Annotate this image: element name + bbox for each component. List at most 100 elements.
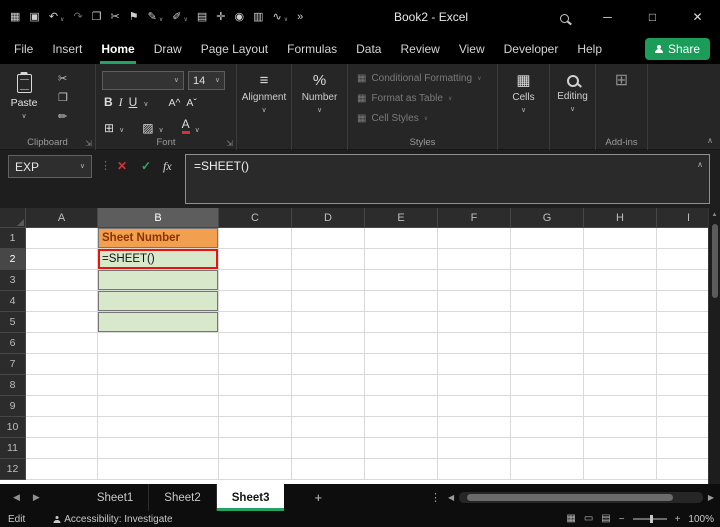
search-button[interactable]: [560, 10, 569, 28]
cell-G11[interactable]: [511, 438, 584, 459]
document-icon[interactable]: ▤: [197, 11, 207, 23]
cell-H12[interactable]: [584, 459, 657, 480]
menu-tab-data[interactable]: Data: [356, 34, 381, 64]
font-color-icon[interactable]: A: [181, 118, 190, 134]
cell-E4[interactable]: [365, 291, 438, 312]
row-header-6[interactable]: 6: [0, 333, 26, 354]
cell-C11[interactable]: [219, 438, 292, 459]
scroll-left-icon[interactable]: ◀: [448, 493, 454, 502]
cell-H8[interactable]: [584, 375, 657, 396]
menu-tab-draw[interactable]: Draw: [154, 34, 182, 64]
cell-E7[interactable]: [365, 354, 438, 375]
redo-icon[interactable]: ↷: [73, 11, 82, 23]
menu-tab-home[interactable]: Home: [100, 34, 137, 64]
cell-B12[interactable]: [98, 459, 219, 480]
highlighter-icon[interactable]: ✐ ∨: [172, 11, 188, 23]
formula-input[interactable]: =SHEET() ∧: [185, 154, 710, 204]
close-button[interactable]: ✕: [675, 0, 720, 34]
cell-A6[interactable]: [26, 333, 98, 354]
undo-icon[interactable]: ↶ ∨: [49, 11, 65, 23]
cell-A1[interactable]: [26, 228, 98, 249]
zoom-slider[interactable]: [632, 515, 667, 523]
cell-F5[interactable]: [438, 312, 511, 333]
sheet-options-icon[interactable]: ⋮: [430, 484, 441, 511]
menu-tab-developer[interactable]: Developer: [504, 34, 559, 64]
flag-icon[interactable]: ⚑: [129, 11, 139, 23]
font-dialog-launcher-icon[interactable]: ⇲: [226, 139, 233, 148]
cell-G4[interactable]: [511, 291, 584, 312]
underline-button[interactable]: U: [129, 96, 138, 108]
cell-B4[interactable]: [98, 291, 219, 312]
zoom-in-button[interactable]: +: [675, 514, 681, 525]
fill-color-icon[interactable]: ▨: [142, 122, 153, 134]
number-button[interactable]: % Number ∨: [292, 73, 347, 114]
sheet-tab-sheet2[interactable]: Sheet2: [149, 484, 217, 511]
menu-tab-view[interactable]: View: [459, 34, 485, 64]
copy-icon[interactable]: ❐: [92, 11, 102, 23]
cell-F10[interactable]: [438, 417, 511, 438]
row-header-2[interactable]: 2: [0, 249, 26, 270]
draw-icon[interactable]: ∿ ∨: [273, 11, 289, 23]
cell-G7[interactable]: [511, 354, 584, 375]
cell-A7[interactable]: [26, 354, 98, 375]
cell-C4[interactable]: [219, 291, 292, 312]
cell-B6[interactable]: [98, 333, 219, 354]
row-header-1[interactable]: 1: [0, 228, 26, 249]
cell-E10[interactable]: [365, 417, 438, 438]
cell-G5[interactable]: [511, 312, 584, 333]
row-header-12[interactable]: 12: [0, 459, 26, 480]
cell-B9[interactable]: [98, 396, 219, 417]
horizontal-scroll-thumb[interactable]: [467, 494, 673, 501]
cell-B8[interactable]: [98, 375, 219, 396]
cell-C12[interactable]: [219, 459, 292, 480]
cell-C10[interactable]: [219, 417, 292, 438]
more-commands-icon[interactable]: »: [297, 11, 303, 23]
enter-button[interactable]: ✓: [141, 159, 151, 173]
insert-function-button[interactable]: fx: [163, 159, 172, 174]
cell-A8[interactable]: [26, 375, 98, 396]
clipboard-dialog-launcher-icon[interactable]: ⇲: [85, 139, 92, 148]
cell-B10[interactable]: [98, 417, 219, 438]
conditional-formatting-button[interactable]: ▦ Conditional Formatting ∨: [357, 73, 481, 84]
paste-button[interactable]: Paste ∨: [5, 71, 43, 133]
columns-icon[interactable]: ▥: [253, 11, 263, 23]
format-as-table-button[interactable]: ▦ Format as Table ∨: [357, 93, 452, 104]
format-painter-icon[interactable]: ✏: [58, 112, 68, 123]
col-header-D[interactable]: D: [292, 208, 365, 228]
menu-tab-help[interactable]: Help: [577, 34, 602, 64]
font-size-combo[interactable]: 14 ∨: [188, 71, 225, 90]
cell-E12[interactable]: [365, 459, 438, 480]
cell-C9[interactable]: [219, 396, 292, 417]
cell-D8[interactable]: [292, 375, 365, 396]
cell-D1[interactable]: [292, 228, 365, 249]
cell-styles-button[interactable]: ▦ Cell Styles ∨: [357, 113, 428, 124]
cell-G3[interactable]: [511, 270, 584, 291]
alignment-button[interactable]: ≡ Alignment ∨: [237, 73, 291, 114]
italic-button[interactable]: I: [119, 96, 123, 108]
add-sheet-button[interactable]: +: [314, 490, 322, 505]
cell-E9[interactable]: [365, 396, 438, 417]
sheet-tab-sheet1[interactable]: Sheet1: [82, 484, 150, 511]
row-header-3[interactable]: 3: [0, 270, 26, 291]
cell-D4[interactable]: [292, 291, 365, 312]
cell-E8[interactable]: [365, 375, 438, 396]
row-header-5[interactable]: 5: [0, 312, 26, 333]
cell-E6[interactable]: [365, 333, 438, 354]
cell-H7[interactable]: [584, 354, 657, 375]
cell-F6[interactable]: [438, 333, 511, 354]
cell-B11[interactable]: [98, 438, 219, 459]
maximize-button[interactable]: □: [630, 0, 675, 34]
sheet-tab-sheet3[interactable]: Sheet3: [216, 484, 285, 511]
minimize-button[interactable]: ─: [585, 0, 630, 34]
save-icon[interactable]: ▣: [29, 11, 39, 23]
menu-tab-review[interactable]: Review: [400, 34, 439, 64]
col-header-F[interactable]: F: [438, 208, 511, 228]
cell-H9[interactable]: [584, 396, 657, 417]
cell-D7[interactable]: [292, 354, 365, 375]
vertical-scrollbar[interactable]: ▲: [708, 208, 720, 484]
cell-E5[interactable]: [365, 312, 438, 333]
editing-button[interactable]: Editing ∨: [550, 73, 595, 113]
row-header-11[interactable]: 11: [0, 438, 26, 459]
camera-icon[interactable]: ◉: [235, 11, 245, 23]
cell-A4[interactable]: [26, 291, 98, 312]
